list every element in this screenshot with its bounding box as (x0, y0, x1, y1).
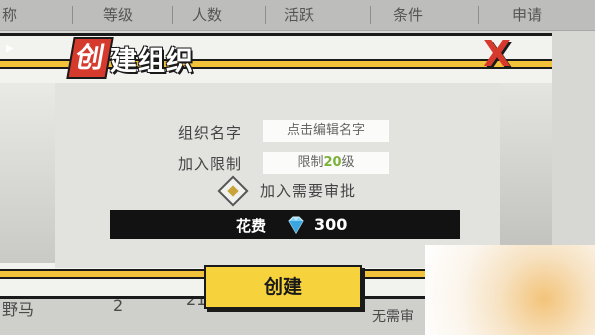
limit-suffix: 级 (341, 155, 355, 170)
col-condition: 条件 (393, 6, 424, 24)
corner-arrow-icon: ▶ (6, 43, 14, 54)
col-members: 人数 (192, 6, 223, 24)
glow-overlay (425, 245, 595, 335)
create-button[interactable]: 创建 (204, 265, 362, 309)
checkbox-mark (227, 185, 239, 197)
diamond-icon (288, 216, 304, 234)
decor-panel-right (500, 83, 552, 263)
title-rest: 建组织 (110, 46, 194, 77)
col-activity: 活跃 (284, 6, 315, 24)
level-limit-field[interactable]: 限制20级 (263, 152, 389, 174)
dialog-content (55, 83, 500, 268)
row-condition: 无需审 (372, 309, 414, 325)
title-first-char: 创 (66, 37, 114, 79)
decor-panel-left (0, 83, 55, 263)
divider (172, 6, 173, 24)
limit-level: 20 (323, 155, 342, 170)
dialog-title: 创 建组织 (66, 37, 230, 79)
row-name: 野马 (2, 300, 35, 319)
cost-bar: 花费 300 (110, 210, 460, 239)
cost-label: 花费 (236, 217, 267, 235)
divider (265, 6, 266, 24)
guild-list-header: 称 等级 人数 活跃 条件 申请 (0, 0, 595, 31)
col-name: 称 (2, 6, 18, 24)
divider (370, 6, 371, 24)
limit-prefix: 限制 (297, 155, 324, 170)
divider (72, 6, 73, 24)
name-input[interactable]: 点击编辑名字 (263, 120, 389, 142)
col-level: 等级 (103, 6, 134, 24)
divider (478, 6, 479, 24)
col-apply: 申请 (512, 6, 543, 24)
approval-label: 加入需要审批 (260, 182, 357, 200)
limit-label: 加入限制 (178, 155, 243, 173)
cost-value: 300 (314, 215, 348, 234)
close-x-icon[interactable]: X (476, 37, 518, 73)
name-label: 组织名字 (178, 124, 243, 142)
